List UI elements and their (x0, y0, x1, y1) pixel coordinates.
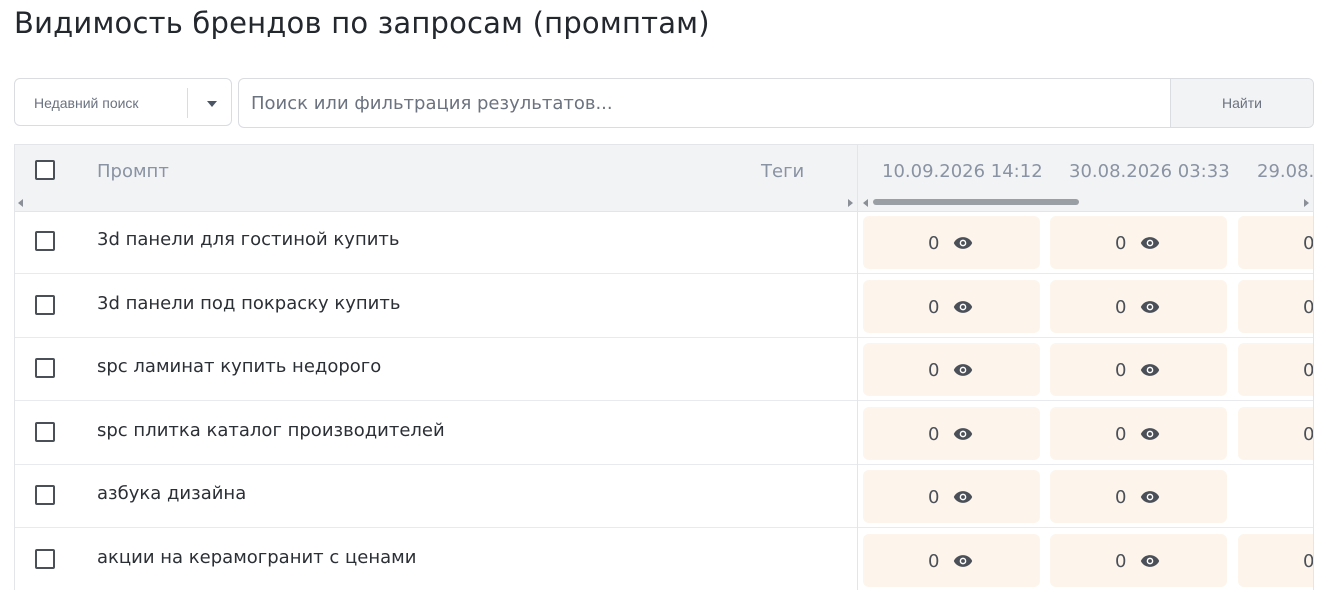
visibility-cell: 0 (1050, 470, 1227, 524)
visibility-value: 0 (1115, 360, 1127, 382)
find-button[interactable]: Найти (1170, 79, 1313, 127)
row-checkbox[interactable] (35, 231, 55, 251)
visibility-value: 0 (928, 423, 940, 445)
visibility-cell: 0 (1050, 534, 1227, 587)
visibility-value: 0 (928, 551, 940, 572)
row-checkbox[interactable] (35, 294, 55, 315)
row-checkbox[interactable] (35, 358, 55, 379)
visibility-cell: 0 (863, 216, 1040, 269)
visibility-cell: 0 (863, 279, 1040, 333)
eye-icon[interactable] (1140, 490, 1160, 504)
column-header-date: 30.08.2026 03:33 (1069, 161, 1230, 182)
visibility-value: 0 (928, 360, 940, 382)
column-header-date: 10.09.2026 14:12 (882, 161, 1043, 182)
visibility-cell: 0 (1238, 343, 1314, 397)
divider (187, 88, 188, 118)
eye-icon[interactable] (953, 236, 973, 250)
prompt-text: 3d панели для гостиной купить (97, 229, 400, 250)
visibility-cell: 0 (1050, 279, 1227, 333)
visibility-value: 0 (1303, 360, 1314, 382)
visibility-cell: 0 (1050, 216, 1227, 269)
visibility-value: 0 (1303, 423, 1314, 445)
eye-icon[interactable] (953, 363, 973, 377)
recent-search-dropdown[interactable]: Недавний поиск (14, 78, 232, 126)
prompts-table: Промпт Теги 10.09.2026 14:12 30.08.2026 … (14, 144, 1314, 590)
search-bar: Найти (238, 78, 1314, 128)
table-row: spc ламинат купить недорого 0 0 0 (15, 338, 1314, 402)
horizontal-scrollbar[interactable] (873, 199, 1079, 205)
eye-icon[interactable] (953, 427, 973, 441)
search-input[interactable] (239, 79, 1193, 127)
caret-down-icon[interactable] (207, 101, 217, 107)
visibility-value: 0 (1115, 423, 1127, 445)
scroll-left-icon[interactable] (863, 199, 868, 207)
visibility-cell: 0 (863, 534, 1040, 587)
visibility-cell: 0 (1238, 216, 1314, 269)
visibility-value: 0 (1303, 233, 1314, 254)
visibility-cell: 0 (1050, 406, 1227, 460)
scroll-right-icon[interactable] (1304, 199, 1309, 207)
prompt-text: spc ламинат купить недорого (97, 356, 382, 378)
eye-icon[interactable] (953, 300, 973, 314)
eye-icon[interactable] (1140, 427, 1160, 441)
visibility-cell: 0 (1238, 279, 1314, 333)
visibility-value: 0 (1303, 296, 1314, 318)
table-row: 3d панели для гостиной купить 0 0 0 (15, 211, 1314, 274)
visibility-value: 0 (928, 233, 940, 254)
select-all-checkbox[interactable] (35, 160, 55, 180)
recent-search-label: Недавний поиск (34, 95, 139, 111)
eye-icon[interactable] (1140, 300, 1160, 314)
prompt-text: 3d панели под покраску купить (97, 292, 401, 314)
table-row: spc плитка каталог производителей 0 0 0 (15, 402, 1314, 465)
row-checkbox[interactable] (35, 549, 55, 569)
visibility-cell: 0 (863, 343, 1040, 397)
prompt-text: азбука дизайна (97, 483, 247, 505)
visibility-value: 0 (928, 487, 940, 509)
column-header-prompt: Промпт (97, 161, 169, 182)
eye-icon[interactable] (1140, 236, 1160, 250)
visibility-cell: 0 (863, 406, 1040, 460)
table-header: Промпт Теги 10.09.2026 14:12 30.08.2026 … (15, 145, 1314, 212)
table-row: 3d панели под покраску купить 0 0 0 (15, 275, 1314, 338)
visibility-value: 0 (928, 296, 940, 318)
visibility-value: 0 (1115, 296, 1127, 318)
table-row: акции на керамогранит с ценами 0 0 0 (15, 529, 1314, 590)
eye-icon[interactable] (1140, 363, 1160, 377)
eye-icon[interactable] (1140, 554, 1160, 568)
page-title: Видимость брендов по запросам (промптам) (14, 6, 710, 40)
visibility-value: 0 (1115, 233, 1127, 254)
column-header-date: 29.08.2026 (1257, 161, 1314, 182)
scroll-right-icon[interactable] (848, 199, 853, 207)
eye-icon[interactable] (953, 490, 973, 504)
column-header-tags: Теги (761, 161, 805, 182)
visibility-value: 0 (1303, 551, 1314, 572)
eye-icon[interactable] (953, 554, 973, 568)
visibility-cell: 0 (1238, 406, 1314, 460)
table-row: азбука дизайна 0 0 (15, 465, 1313, 529)
visibility-value: 0 (1115, 551, 1127, 572)
scroll-left-icon[interactable] (18, 199, 23, 207)
visibility-cell: 0 (863, 470, 1040, 524)
visibility-value: 0 (1115, 487, 1127, 509)
column-divider (857, 145, 858, 590)
visibility-cell: 0 (1050, 343, 1227, 397)
row-checkbox[interactable] (35, 485, 55, 506)
visibility-cell: 0 (1238, 534, 1314, 587)
prompt-text: spc плитка каталог производителей (97, 419, 445, 441)
row-checkbox[interactable] (35, 421, 55, 442)
prompt-text: акции на керамогранит с ценами (97, 547, 417, 568)
